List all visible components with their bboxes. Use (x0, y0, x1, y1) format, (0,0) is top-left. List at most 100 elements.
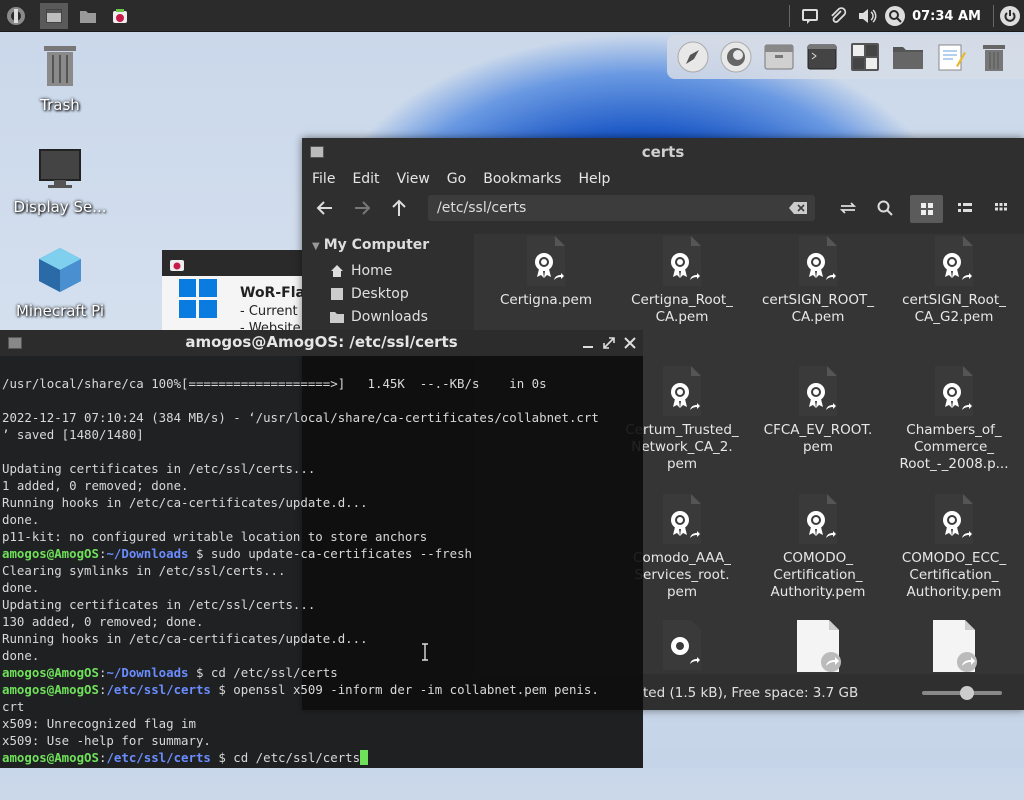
sidebar-item-home[interactable]: Home (302, 259, 472, 282)
taskbar-window-button[interactable] (40, 3, 68, 29)
taskbar-raspberry-button[interactable] (106, 3, 134, 29)
windows-logo-icon (179, 279, 217, 318)
desktop-icon-minecraft-pi[interactable]: Minecraft Pi (5, 246, 115, 320)
prompt-path: ~/Downloads (106, 665, 189, 680)
terminal-titlebar[interactable]: amogos@AmogOS: /etc/ssl/certs (0, 330, 643, 356)
menu-file[interactable]: File (312, 171, 335, 187)
file-manager-titlebar[interactable]: certs (302, 138, 1024, 166)
close-icon[interactable] (624, 337, 636, 349)
wor-flasher-title: WoR-Fla (240, 285, 305, 301)
desktop-icon-label: Minecraft Pi (15, 302, 104, 320)
sidebar-item-downloads[interactable]: Downloads (302, 305, 472, 328)
toggle-location-icon[interactable] (838, 200, 858, 216)
menu-help[interactable]: Help (578, 171, 610, 187)
file-item[interactable]: CFCA_EV_ROOT. pem (758, 364, 878, 456)
terminal-line: Running hooks in /etc/ca-certificates/up… (2, 631, 368, 646)
search-icon[interactable] (877, 200, 893, 216)
app-menu-icon (7, 7, 25, 25)
terminal-line: Updating certificates in /etc/ssl/certs.… (2, 461, 316, 476)
forward-arrow-icon[interactable] (353, 200, 371, 216)
list-view-icon[interactable] (958, 203, 972, 215)
zoom-slider[interactable] (922, 686, 1002, 700)
terminal-line: crt (2, 699, 25, 714)
menu-button[interactable] (2, 3, 30, 29)
volume-icon[interactable] (857, 7, 877, 25)
file-item[interactable]: Chambers_of_ Commerce_ Root_-_2008.p... (894, 364, 1014, 473)
clear-address-icon[interactable] (789, 202, 807, 214)
terminal-line: 1 added, 0 removed; done. (2, 478, 189, 493)
status-text: ted (1.5 kB), Free space: 3.7 GB (643, 685, 859, 701)
menu-edit[interactable]: Edit (352, 171, 379, 187)
notepad-icon (938, 44, 966, 71)
sidebar-heading-my-computer[interactable]: ▼ My Computer (302, 234, 472, 259)
folder-icon (893, 47, 923, 69)
sidebar-item-desktop[interactable]: Desktop (302, 282, 472, 305)
menu-go[interactable]: Go (447, 171, 466, 187)
certificate-file-icon (663, 236, 701, 286)
taskbar: 07:34 AM (0, 0, 1024, 32)
certificate-file-icon (799, 236, 837, 286)
file-item[interactable]: COMODO_ Certification_ Authority.pem (758, 492, 878, 601)
prompt-path: ~/Downloads (106, 546, 189, 561)
certificate-file-icon (799, 366, 837, 416)
file-manager-menubar: File Edit View Go Bookmarks Help (302, 166, 1024, 192)
dock-launcher[interactable] (676, 40, 710, 74)
menu-view[interactable]: View (397, 171, 430, 187)
certificate-file-icon (935, 236, 973, 286)
desktop-icon-display-settings[interactable]: Display Se... (5, 146, 115, 216)
maximize-icon[interactable] (603, 337, 615, 349)
search-icon[interactable] (885, 6, 906, 26)
file-item[interactable]: COMODO_ECC_ Certification_ Authority.pem (894, 492, 1014, 601)
terminal-window[interactable]: amogos@AmogOS: /etc/ssl/certs /usr/local… (0, 330, 643, 768)
file-item[interactable]: certSIGN_Root_ CA_G2.pem (894, 234, 1014, 326)
file-item[interactable] (758, 620, 878, 674)
desktop-icon-label: Display Se... (13, 198, 107, 216)
clock[interactable]: 07:34 AM (912, 9, 981, 24)
minimize-icon[interactable] (582, 338, 594, 350)
compact-view-icon[interactable] (995, 203, 1007, 215)
back-arrow-icon[interactable] (316, 200, 334, 216)
address-bar[interactable]: /etc/ssl/certs (428, 195, 815, 221)
dock-trash[interactable] (977, 40, 1011, 74)
icon-view-button[interactable] (910, 195, 943, 223)
up-arrow-icon[interactable] (391, 199, 407, 217)
dock-browser[interactable] (719, 40, 753, 74)
wor-flasher-line: - Current (240, 304, 298, 319)
file-item[interactable]: certSIGN_ROOT_ CA.pem (758, 234, 878, 326)
dock-text-editor[interactable] (934, 40, 968, 74)
dock-calculator[interactable] (848, 40, 882, 74)
file-name: COMODO_ Certification_ Authority.pem (770, 550, 866, 600)
wor-flasher-window[interactable]: WoR-Fla - Current - Website (162, 250, 307, 336)
terminal-line: done. (2, 512, 40, 527)
sidebar-item-label: Desktop (351, 285, 409, 302)
dock-files[interactable] (891, 40, 925, 74)
dock-terminal[interactable] (805, 40, 839, 74)
terminal-line: Clearing symlinks in /etc/ssl/certs... (2, 563, 286, 578)
command-text: openssl x509 -inform der -im collabnet.p… (233, 682, 599, 697)
terminal-output[interactable]: /usr/local/share/ca 100%[===============… (2, 358, 643, 800)
notification-icon[interactable] (801, 7, 819, 25)
file-item[interactable]: Certigna_Root_ CA.pem (622, 234, 742, 326)
file-manager-toolbar: /etc/ssl/certs (302, 192, 1024, 226)
raspberry-icon (113, 9, 127, 23)
terminal-line: 130 added, 0 removed; done. (2, 614, 204, 629)
file-item[interactable]: Certigna.pem (486, 234, 606, 309)
menu-bookmarks[interactable]: Bookmarks (483, 171, 561, 187)
paperclip-icon[interactable] (829, 7, 847, 25)
zoom-slider-handle[interactable] (960, 686, 974, 700)
monitor-icon (39, 149, 81, 188)
file-item[interactable] (894, 620, 1014, 674)
terminal-line: 2022-12-17 07:10:24 (384 MB/s) - ‘/usr/l… (2, 410, 599, 425)
window-icon (46, 9, 62, 23)
command-text: cd /etc/ssl/certs (210, 665, 338, 680)
terminal-prompt-line: amogos@AmogOS:~/Downloads $ sudo update-… (2, 546, 472, 561)
power-icon[interactable] (1000, 6, 1020, 26)
browser-icon (720, 41, 752, 73)
document-file-icon (933, 620, 977, 672)
dock-archive[interactable] (762, 40, 796, 74)
collapse-arrow-icon: ▼ (312, 241, 320, 252)
certificate-file-icon (527, 236, 565, 286)
desktop-icon-trash[interactable]: Trash (5, 42, 115, 114)
dock (667, 35, 1024, 79)
taskbar-files-button[interactable] (74, 3, 102, 29)
